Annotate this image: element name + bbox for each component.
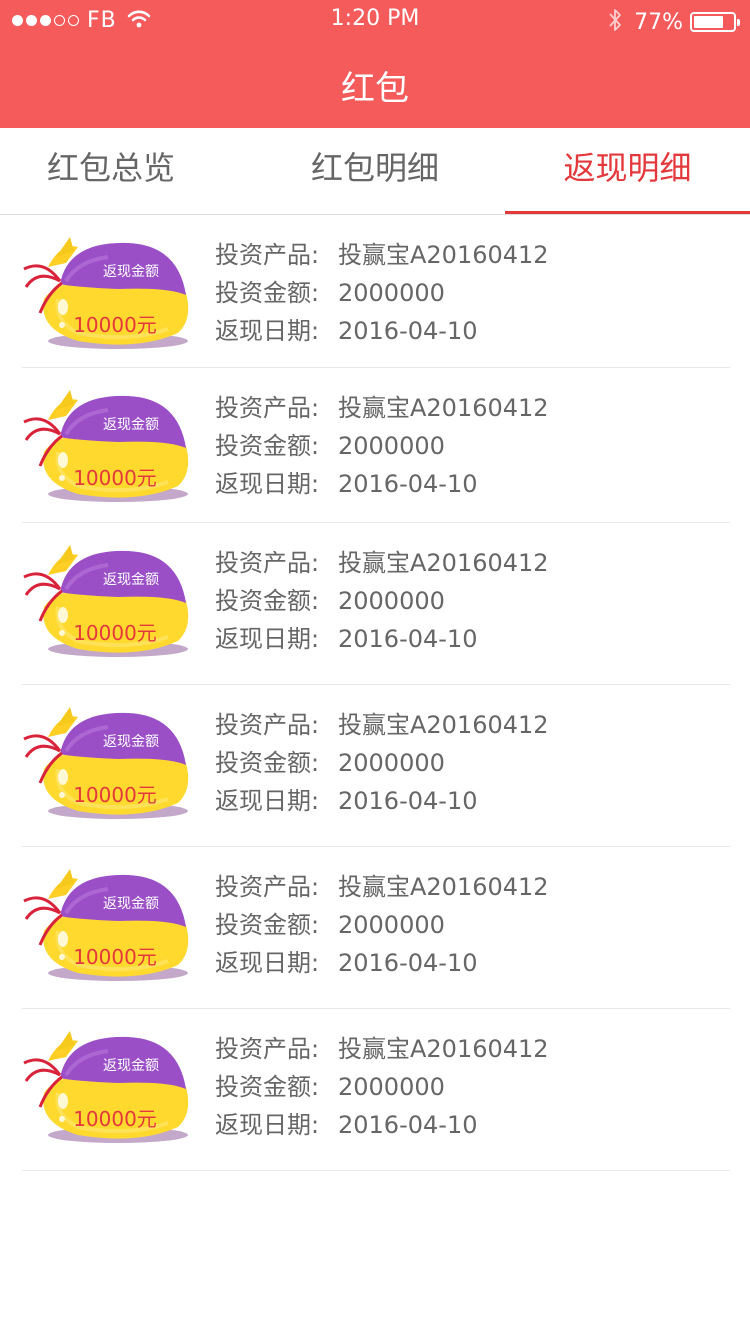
- status-right: 77%: [608, 6, 740, 38]
- date-key: 返现日期:: [215, 470, 320, 498]
- date-value: 2016-04-10: [338, 949, 478, 977]
- amount-key: 投资金额:: [215, 279, 320, 307]
- badge-label: 返现金额: [103, 417, 159, 433]
- amount-key: 投资金额:: [215, 911, 320, 939]
- amount-line: 投资金额: 2000000: [215, 427, 549, 465]
- badge-amount: 10000元: [73, 945, 157, 969]
- date-line: 返现日期: 2016-04-10: [215, 465, 549, 503]
- amount-line: 投资金额: 2000000: [215, 744, 549, 782]
- money-bag-icon: 返现金额 10000元: [18, 861, 193, 987]
- amount-value: 2000000: [338, 279, 445, 307]
- badge-label: 返现金额: [103, 734, 159, 750]
- product-value: 投赢宝A20160412: [338, 549, 549, 577]
- amount-key: 投资金额:: [215, 1073, 320, 1101]
- page-title: 红包: [341, 69, 409, 109]
- date-value: 2016-04-10: [338, 1111, 478, 1139]
- badge-amount: 10000元: [73, 621, 157, 645]
- product-key: 投资产品:: [215, 711, 320, 739]
- list-item[interactable]: 返现金额 10000元 投资产品: 投赢宝A20160412 投资金额: 20000…: [0, 847, 750, 1009]
- battery-icon: [690, 12, 740, 32]
- product-key: 投资产品:: [215, 873, 320, 901]
- date-value: 2016-04-10: [338, 317, 478, 345]
- item-info: 投资产品: 投赢宝A20160412 投资金额: 2000000 返现日期: 2016…: [215, 706, 549, 820]
- app-header: FB 1:20 PM 77% 红包: [0, 0, 750, 128]
- status-bar: FB 1:20 PM 77%: [0, 0, 750, 40]
- amount-line: 投资金额: 2000000: [215, 906, 549, 944]
- battery-level-fill: [694, 16, 724, 28]
- amount-key: 投资金额:: [215, 587, 320, 615]
- item-info: 投资产品: 投赢宝A20160412 投资金额: 2000000 返现日期: 2016…: [215, 868, 549, 982]
- bluetooth-icon: [608, 8, 622, 38]
- money-bag-icon: 返现金额 10000元: [18, 382, 193, 508]
- product-line: 投资产品: 投赢宝A20160412: [215, 389, 549, 427]
- money-bag-icon: 返现金额 10000元: [18, 1023, 193, 1149]
- product-line: 投资产品: 投赢宝A20160412: [215, 1030, 549, 1068]
- product-value: 投赢宝A20160412: [338, 241, 549, 269]
- amount-value: 2000000: [338, 911, 445, 939]
- amount-line: 投资金额: 2000000: [215, 1068, 549, 1106]
- money-bag-icon: 返现金额 10000元: [18, 537, 193, 663]
- badge-amount: 10000元: [73, 783, 157, 807]
- tab-cashback-detail[interactable]: 返现明细: [505, 128, 750, 214]
- product-line: 投资产品: 投赢宝A20160412: [215, 236, 549, 274]
- date-key: 返现日期:: [215, 949, 320, 977]
- battery-percent: 77%: [634, 9, 683, 35]
- product-line: 投资产品: 投赢宝A20160412: [215, 868, 549, 906]
- amount-line: 投资金额: 2000000: [215, 274, 549, 312]
- list-item[interactable]: 返现金额 10000元 投资产品: 投赢宝A20160412 投资金额: 20000…: [0, 685, 750, 847]
- product-line: 投资产品: 投赢宝A20160412: [215, 706, 549, 744]
- money-bag-icon: 返现金额 10000元: [18, 699, 193, 825]
- product-value: 投赢宝A20160412: [338, 711, 549, 739]
- product-value: 投赢宝A20160412: [338, 1035, 549, 1063]
- date-line: 返现日期: 2016-04-10: [215, 944, 549, 982]
- product-key: 投资产品:: [215, 1035, 320, 1063]
- item-info: 投资产品: 投赢宝A20160412 投资金额: 2000000 返现日期: 2016…: [215, 236, 549, 350]
- list-item[interactable]: 返现金额 10000元 投资产品: 投赢宝A20160412 投资金额: 20000…: [0, 1009, 750, 1171]
- badge-label: 返现金额: [103, 1058, 159, 1074]
- badge-label: 返现金额: [103, 896, 159, 912]
- cashback-list: 返现金额 10000元 投资产品: 投赢宝A20160412 投资金额: 20000…: [0, 215, 750, 1171]
- date-key: 返现日期:: [215, 625, 320, 653]
- list-item[interactable]: 返现金额 10000元 投资产品: 投赢宝A20160412 投资金额: 20000…: [0, 523, 750, 685]
- tab-overview[interactable]: 红包总览: [0, 128, 222, 214]
- date-key: 返现日期:: [215, 1111, 320, 1139]
- product-value: 投赢宝A20160412: [338, 873, 549, 901]
- item-info: 投资产品: 投赢宝A20160412 投资金额: 2000000 返现日期: 2016…: [215, 544, 549, 658]
- amount-value: 2000000: [338, 587, 445, 615]
- amount-value: 2000000: [338, 1073, 445, 1101]
- product-key: 投资产品:: [215, 394, 320, 422]
- item-info: 投资产品: 投赢宝A20160412 投资金额: 2000000 返现日期: 2016…: [215, 1030, 549, 1144]
- product-key: 投资产品:: [215, 241, 320, 269]
- badge-amount: 10000元: [73, 1107, 157, 1131]
- amount-key: 投资金额:: [215, 749, 320, 777]
- date-line: 返现日期: 2016-04-10: [215, 782, 549, 820]
- date-value: 2016-04-10: [338, 625, 478, 653]
- date-line: 返现日期: 2016-04-10: [215, 312, 549, 350]
- item-info: 投资产品: 投赢宝A20160412 投资金额: 2000000 返现日期: 2016…: [215, 389, 549, 503]
- badge-label: 返现金额: [103, 264, 159, 280]
- amount-line: 投资金额: 2000000: [215, 582, 549, 620]
- date-key: 返现日期:: [215, 787, 320, 815]
- amount-value: 2000000: [338, 432, 445, 460]
- badge-amount: 10000元: [73, 466, 157, 490]
- tab-detail[interactable]: 红包明细: [250, 128, 500, 214]
- amount-value: 2000000: [338, 749, 445, 777]
- active-tab-indicator: [505, 211, 750, 214]
- date-line: 返现日期: 2016-04-10: [215, 1106, 549, 1144]
- badge-label: 返现金额: [103, 572, 159, 588]
- list-item[interactable]: 返现金额 10000元 投资产品: 投赢宝A20160412 投资金额: 20000…: [0, 215, 750, 368]
- tab-bar: 红包总览 红包明细 返现明细: [0, 128, 750, 215]
- date-line: 返现日期: 2016-04-10: [215, 620, 549, 658]
- list-item[interactable]: 返现金额 10000元 投资产品: 投赢宝A20160412 投资金额: 20000…: [0, 368, 750, 523]
- date-value: 2016-04-10: [338, 787, 478, 815]
- amount-key: 投资金额:: [215, 432, 320, 460]
- product-key: 投资产品:: [215, 549, 320, 577]
- product-line: 投资产品: 投赢宝A20160412: [215, 544, 549, 582]
- product-value: 投赢宝A20160412: [338, 394, 549, 422]
- date-key: 返现日期:: [215, 317, 320, 345]
- row-divider: [22, 1170, 730, 1171]
- money-bag-icon: 返现金额 10000元: [18, 229, 193, 355]
- date-value: 2016-04-10: [338, 470, 478, 498]
- badge-amount: 10000元: [73, 313, 157, 337]
